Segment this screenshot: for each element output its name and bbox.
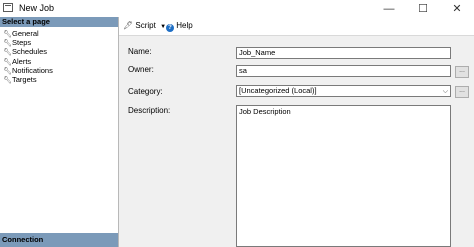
chevron-down-icon[interactable]: ⌵ bbox=[443, 87, 448, 96]
description-textarea[interactable]: Job Description bbox=[236, 105, 451, 247]
sidebar-item-label: Steps bbox=[12, 38, 32, 48]
sidebar-item-steps[interactable]: 🔧︎Steps bbox=[3, 38, 53, 47]
browse-owner-button[interactable]: ... bbox=[455, 66, 469, 78]
sidebar-item-label: Targets bbox=[12, 74, 37, 84]
general-page: Name: Job_Name Owner: sa ... Category: [… bbox=[119, 36, 474, 247]
sidebar-item-notifications[interactable]: 🔧︎Notifications bbox=[3, 66, 53, 75]
sidebar-item-general[interactable]: 🔧︎General bbox=[3, 29, 53, 38]
window-icon bbox=[3, 3, 13, 12]
select-page-header: Select a page bbox=[0, 17, 118, 27]
sidebar-item-label: Notifications bbox=[12, 65, 53, 75]
sidebar-item-alerts[interactable]: 🔧︎Alerts bbox=[3, 57, 53, 66]
help-label: Help bbox=[176, 21, 193, 30]
sidebar-item-targets[interactable]: 🔧︎Targets bbox=[3, 75, 53, 84]
sidebar-item-label: Alerts bbox=[12, 56, 32, 66]
browse-category-button[interactable]: ... bbox=[455, 86, 469, 98]
toolbar: 🖋︎ Script ▼ ? Help bbox=[119, 17, 474, 36]
help-icon: ? bbox=[166, 24, 174, 32]
category-select[interactable]: [Uncategorized (Local)] ⌵ bbox=[236, 85, 451, 97]
owner-label: Owner: bbox=[128, 65, 154, 74]
sidebar-item-label: Schedules bbox=[12, 47, 48, 57]
connection-header: Connection bbox=[0, 233, 118, 247]
category-label: Category: bbox=[128, 87, 163, 96]
help-button[interactable]: ? Help bbox=[166, 21, 193, 32]
close-button[interactable]: ✕ bbox=[440, 0, 474, 17]
minimize-button[interactable]: — bbox=[372, 0, 406, 17]
description-label: Description: bbox=[128, 106, 171, 115]
name-label: Name: bbox=[128, 47, 152, 56]
sidebar-item-label: General bbox=[12, 29, 39, 38]
window-title: New Job bbox=[19, 3, 55, 13]
title-bar: New Job — ☐ ✕ bbox=[0, 0, 474, 17]
script-button[interactable]: 🖋︎ Script ▼ bbox=[123, 21, 166, 30]
script-label: Script bbox=[135, 21, 156, 30]
page-list: 🔧︎General 🔧︎Steps 🔧︎Schedules 🔧︎Alerts 🔧… bbox=[3, 29, 53, 84]
owner-field[interactable]: sa bbox=[236, 65, 451, 77]
page-selector-panel: Select a page 🔧︎General 🔧︎Steps 🔧︎Schedu… bbox=[0, 17, 119, 247]
script-icon: 🖋︎ bbox=[123, 21, 134, 30]
maximize-button[interactable]: ☐ bbox=[406, 0, 440, 17]
sidebar-item-schedules[interactable]: 🔧︎Schedules bbox=[3, 47, 53, 56]
wrench-icon: 🔧︎ bbox=[3, 76, 12, 84]
name-field[interactable]: Job_Name bbox=[236, 47, 451, 59]
category-value: [Uncategorized (Local)] bbox=[239, 86, 317, 95]
